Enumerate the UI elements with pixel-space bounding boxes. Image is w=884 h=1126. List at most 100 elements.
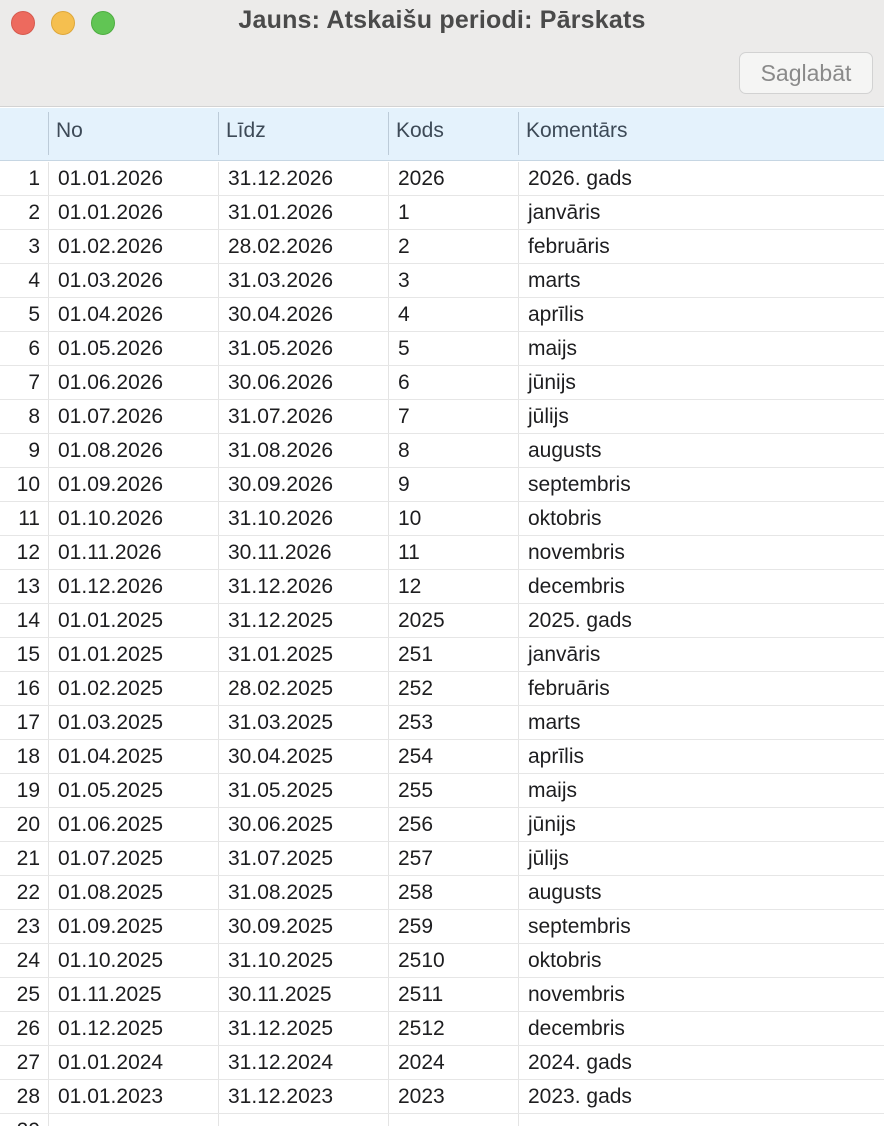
cell-lidz[interactable]: 31.10.2026 [228,502,333,535]
table-row[interactable]: 5 01.04.2026 30.04.2026 4 aprīlis [0,298,884,332]
cell-komentars[interactable]: jūnijs [528,808,576,841]
cell-lidz[interactable]: 31.12.2026 [228,570,333,603]
cell-kods[interactable]: 2512 [398,1012,445,1045]
cell-lidz[interactable]: 30.11.2026 [228,536,332,569]
cell-lidz[interactable]: 31.12.2023 [228,1080,333,1113]
cell-no[interactable]: 01.08.2025 [58,876,163,909]
table-row[interactable]: 4 01.03.2026 31.03.2026 3 marts [0,264,884,298]
cell-kods[interactable]: 1 [398,196,410,229]
cell-lidz[interactable]: 31.12.2025 [228,1012,333,1045]
table-row[interactable]: 22 01.08.2025 31.08.2025 258 augusts [0,876,884,910]
table-row[interactable]: 2 01.01.2026 31.01.2026 1 janvāris [0,196,884,230]
cell-komentars[interactable]: oktobris [528,944,602,977]
cell-kods[interactable]: 2025 [398,604,445,637]
cell-komentars[interactable]: decembris [528,570,625,603]
cell-komentars[interactable]: septembris [528,468,631,501]
cell-komentars[interactable]: aprīlis [528,298,584,331]
cell-komentars[interactable]: jūlijs [528,842,569,875]
cell-lidz[interactable]: 31.07.2026 [228,400,333,433]
cell-lidz[interactable]: 31.12.2025 [228,604,333,637]
cell-lidz[interactable]: 30.04.2026 [228,298,333,331]
cell-kods[interactable]: 2510 [398,944,445,977]
cell-no[interactable]: 01.09.2026 [58,468,163,501]
cell-kods[interactable]: 2024 [398,1046,445,1079]
cell-komentars[interactable]: janvāris [528,638,600,671]
table-row[interactable]: 8 01.07.2026 31.07.2026 7 jūlijs [0,400,884,434]
table-row[interactable]: 21 01.07.2025 31.07.2025 257 jūlijs [0,842,884,876]
cell-no[interactable]: 01.11.2025 [58,978,162,1011]
table-row[interactable]: 3 01.02.2026 28.02.2026 2 februāris [0,230,884,264]
cell-lidz[interactable]: 31.05.2026 [228,332,333,365]
cell-kods[interactable]: 10 [398,502,421,535]
table-row[interactable]: 19 01.05.2025 31.05.2025 255 maijs [0,774,884,808]
cell-lidz[interactable]: 31.12.2024 [228,1046,333,1079]
cell-komentars[interactable]: augusts [528,434,602,467]
cell-no[interactable]: 01.05.2025 [58,774,163,807]
cell-no[interactable]: 01.11.2026 [58,536,162,569]
table-row[interactable]: 14 01.01.2025 31.12.2025 2025 2025. gads [0,604,884,638]
table-row[interactable]: 24 01.10.2025 31.10.2025 2510 oktobris [0,944,884,978]
cell-kods[interactable]: 253 [398,706,433,739]
table-row[interactable]: 12 01.11.2026 30.11.2026 11 novembris [0,536,884,570]
cell-no[interactable]: 01.07.2026 [58,400,163,433]
cell-no[interactable]: 01.05.2026 [58,332,163,365]
column-header-no[interactable]: No [48,108,218,161]
cell-lidz[interactable]: 30.06.2025 [228,808,333,841]
cell-lidz[interactable]: 31.05.2025 [228,774,333,807]
cell-kods[interactable]: 251 [398,638,433,671]
cell-kods[interactable]: 256 [398,808,433,841]
cell-kods[interactable]: 9 [398,468,410,501]
cell-komentars[interactable]: marts [528,264,581,297]
cell-lidz[interactable]: 31.07.2025 [228,842,333,875]
cell-kods[interactable]: 2 [398,230,410,263]
column-header-lidz[interactable]: Līdz [218,108,388,161]
cell-komentars[interactable]: novembris [528,978,625,1011]
cell-kods[interactable]: 2511 [398,978,443,1011]
table-row[interactable]: 6 01.05.2026 31.05.2026 5 maijs [0,332,884,366]
cell-lidz[interactable]: 30.06.2026 [228,366,333,399]
cell-no[interactable]: 01.01.2025 [58,604,163,637]
cell-komentars[interactable]: maijs [528,332,577,365]
table-row[interactable]: 9 01.08.2026 31.08.2026 8 augusts [0,434,884,468]
cell-komentars[interactable]: augusts [528,876,602,909]
cell-komentars[interactable]: oktobris [528,502,602,535]
cell-lidz[interactable]: 31.10.2025 [228,944,333,977]
table-row[interactable]: 23 01.09.2025 30.09.2025 259 septembris [0,910,884,944]
cell-no[interactable]: 01.07.2025 [58,842,163,875]
cell-lidz[interactable]: 30.04.2025 [228,740,333,773]
cell-lidz[interactable]: 31.08.2026 [228,434,333,467]
cell-no[interactable]: 01.01.2026 [58,196,163,229]
cell-no[interactable]: 01.01.2024 [58,1046,163,1079]
table-row[interactable]: 25 01.11.2025 30.11.2025 2511 novembris [0,978,884,1012]
cell-komentars[interactable]: marts [528,706,581,739]
column-header-kods[interactable]: Kods [388,108,518,161]
cell-kods[interactable]: 252 [398,672,433,705]
column-header-komentars[interactable]: Komentārs [518,108,884,161]
cell-kods[interactable]: 255 [398,774,433,807]
cell-lidz[interactable]: 31.03.2026 [228,264,333,297]
cell-komentars[interactable]: 2024. gads [528,1046,632,1079]
cell-komentars[interactable]: 2026. gads [528,162,632,195]
table-row[interactable]: 27 01.01.2024 31.12.2024 2024 2024. gads [0,1046,884,1080]
table-row[interactable]: 28 01.01.2023 31.12.2023 2023 2023. gads [0,1080,884,1114]
cell-kods[interactable]: 2023 [398,1080,445,1113]
cell-lidz[interactable]: 31.03.2025 [228,706,333,739]
cell-kods[interactable]: 254 [398,740,433,773]
table-row[interactable]: 11 01.10.2026 31.10.2026 10 oktobris [0,502,884,536]
cell-no[interactable]: 01.04.2025 [58,740,163,773]
cell-no[interactable]: 01.06.2026 [58,366,163,399]
table-row[interactable]: 29 [0,1114,884,1126]
cell-kods[interactable]: 2026 [398,162,445,195]
cell-kods[interactable]: 6 [398,366,410,399]
cell-lidz[interactable]: 31.08.2025 [228,876,333,909]
cell-no[interactable]: 01.10.2026 [58,502,163,535]
cell-komentars[interactable]: 2023. gads [528,1080,632,1113]
cell-komentars[interactable]: 2025. gads [528,604,632,637]
cell-kods[interactable]: 11 [398,536,420,569]
cell-no[interactable]: 01.08.2026 [58,434,163,467]
cell-no[interactable]: 01.12.2025 [58,1012,163,1045]
cell-lidz[interactable]: 30.09.2025 [228,910,333,943]
table-row[interactable]: 20 01.06.2025 30.06.2025 256 jūnijs [0,808,884,842]
cell-kods[interactable]: 259 [398,910,433,943]
cell-kods[interactable]: 4 [398,298,410,331]
